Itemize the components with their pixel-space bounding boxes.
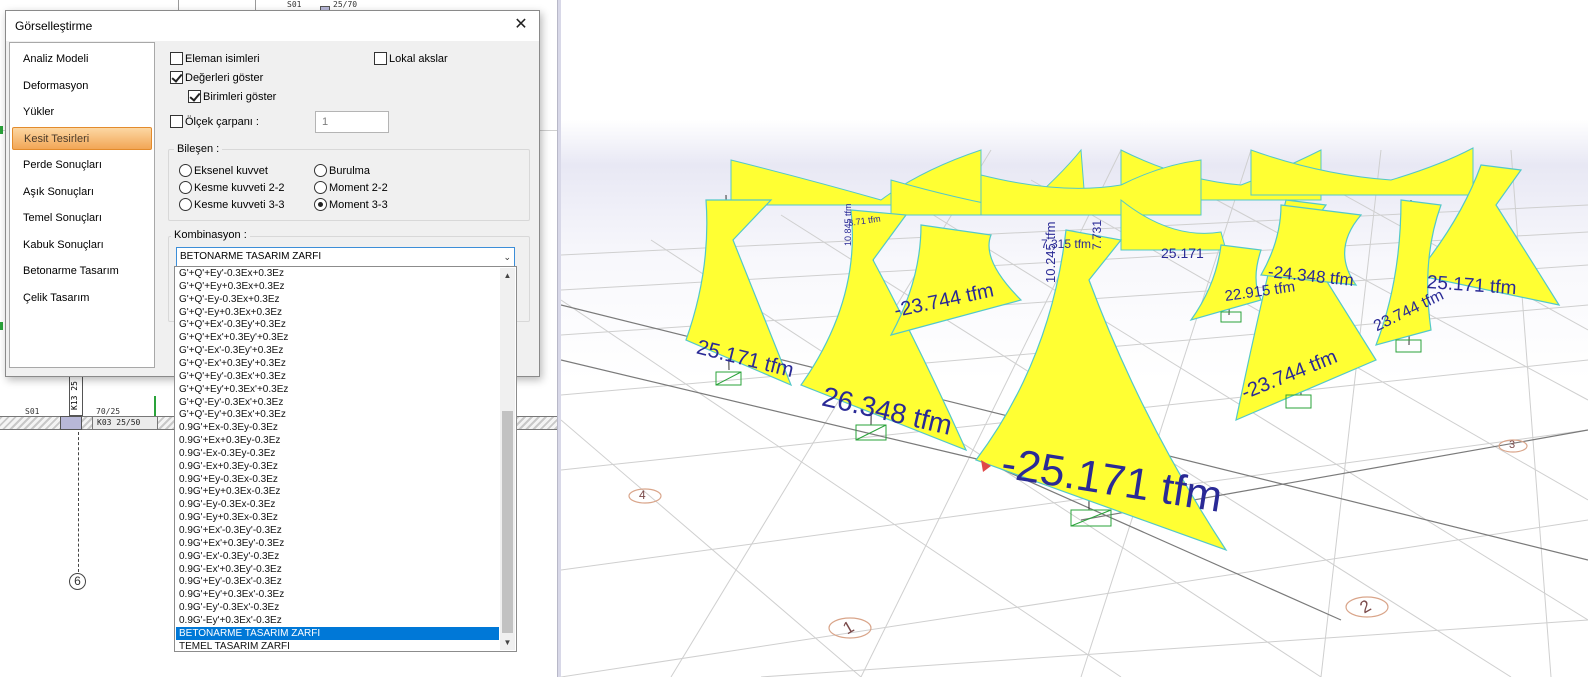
radio-shear-3-3[interactable] [179,198,192,211]
dropdown-option[interactable]: BETONARME TASARIM ZARFI [176,626,499,640]
scrollbar-thumb[interactable] [502,411,513,633]
moment-label: 25.171 [1161,245,1204,261]
dropdown-option[interactable]: 0.9G'-Ey'+0.3Ex'-0.3Ez [176,614,499,627]
dropdown-option[interactable]: G'+Q'+Ey+0.3Ex+0.3Ez [176,280,499,293]
dropdown-option[interactable]: G'+Q'+Ey'-0.3Ex+0.3Ez [176,267,499,280]
plan-label-s01: S01 [25,407,40,416]
dropdown-option[interactable]: G'+Q'+Ey'+0.3Ex'+0.3Ez [176,383,499,396]
dropdown-option[interactable]: 0.9G'-Ex'-0.3Ey'-0.3Ez [176,550,499,563]
dropdown-option[interactable]: TEMEL TASARIM ZARFI [176,640,499,653]
radio-moment-2-2[interactable] [314,181,327,194]
support-marker [0,126,3,134]
combination-select-value: BETONARME TASARIM ZARFI [180,251,322,262]
local-axes-checkbox[interactable] [374,52,387,65]
radio-torsion[interactable] [314,164,327,177]
dropdown-option[interactable]: 0.9G'+Ex'+0.3Ey'-0.3Ez [176,537,499,550]
dropdown-option[interactable]: G'+Q'-Ey-0.3Ex+0.3Ez [176,293,499,306]
beam-label[interactable]: K03 25/50 [92,416,158,430]
dropdown-option[interactable]: G'+Q'-Ey'+0.3Ex'+0.3Ez [176,408,499,421]
axis-label-3: 3 [1509,439,1516,451]
dropdown-option[interactable]: G'+Q'-Ex'-0.3Ey'+0.3Ez [176,344,499,357]
dropdown-option[interactable]: 0.9G'+Ey'+0.3Ex'-0.3Ez [176,588,499,601]
radio-shear-2-2-label: Kesme kuvveti 2-2 [194,182,285,194]
column-section[interactable] [60,416,82,430]
dropdown-scrollbar[interactable]: ▲ ▼ [500,268,515,650]
radio-axial-force-label: Eksenel kuvvet [194,165,268,177]
nav-item-temel-sonuclari[interactable]: Temel Sonuçları [12,207,152,230]
dropdown-option[interactable]: 0.9G'+Ex'-0.3Ey'-0.3Ez [176,524,499,537]
combination-select[interactable]: BETONARME TASARIM ZARFI ⌄ [176,247,515,267]
axis-label-4: 4 [639,488,646,502]
dropdown-option[interactable]: G'+Q'-Ey+0.3Ex+0.3Ez [176,306,499,319]
dropdown-option[interactable]: 0.9G'+Ex-0.3Ey-0.3Ez [176,421,499,434]
combination-dropdown-list[interactable]: G'+Q'+Ey'-0.3Ex+0.3Ez G'+Q'+Ey+0.3Ex+0.3E… [174,266,517,652]
dropdown-option[interactable]: 0.9G'+Ey'-0.3Ex'-0.3Ez [176,575,499,588]
scroll-up-icon[interactable]: ▲ [500,268,515,283]
radio-shear-3-3-label: Kesme kuvveti 3-3 [194,199,285,211]
radio-moment-2-2-label: Moment 2-2 [329,182,388,194]
element-names-checkbox[interactable] [170,52,183,65]
show-values-label: Değerleri göster [185,72,264,84]
show-units-label: Birimleri göster [203,91,277,103]
dialog-titlebar[interactable]: Görselleştirme ✕ [6,11,539,41]
scale-factor-input[interactable]: 1 [315,111,389,133]
scale-factor-label: Ölçek çarpanı : [185,116,259,128]
combination-group-title: Kombinasyon : [171,229,250,241]
dropdown-option[interactable]: G'+Q'-Ey'-0.3Ex'+0.3Ez [176,396,499,409]
dropdown-option[interactable]: 0.9G'+Ey+0.3Ex-0.3Ez [176,485,499,498]
moment-label: 10.845 tfm [843,203,853,246]
dropdown-option[interactable]: G'+Q'+Ex'-0.3Ey'+0.3Ez [176,318,499,331]
nav-item-deformasyon[interactable]: Deformasyon [12,75,152,98]
plan-label-dim-top: 25/70 [333,0,358,9]
radio-shear-2-2[interactable] [179,181,192,194]
viewport-scene [561,147,1588,677]
dropdown-option[interactable]: G'+Q'-Ex'+0.3Ey'+0.3Ez [176,357,499,370]
dropdown-option[interactable]: 0.9G'+Ex+0.3Ey-0.3Ez [176,434,499,447]
nav-item-kabuk-sonuclari[interactable]: Kabuk Sonuçları [12,234,152,257]
dropdown-option[interactable]: 0.9G'-Ey'-0.3Ex'-0.3Ez [176,601,499,614]
scroll-down-icon[interactable]: ▼ [500,635,515,650]
column-k13[interactable]: K13 25 [69,376,83,416]
show-units-checkbox[interactable] [188,90,201,103]
dropdown-option[interactable]: 0.9G'-Ex-0.3Ey-0.3Ez [176,447,499,460]
support-marker [0,322,3,330]
element-names-label: Eleman isimleri [185,53,260,65]
radio-moment-3-3-label: Moment 3-3 [329,199,388,211]
axis-bubble-6: 6 [69,573,86,590]
show-values-checkbox[interactable] [170,71,183,84]
dropdown-option[interactable]: 0.9G'-Ex'+0.3Ey'-0.3Ez [176,563,499,576]
scale-factor-checkbox[interactable] [170,115,183,128]
dropdown-option[interactable]: G'+Q'+Ey'-0.3Ex'+0.3Ez [176,370,499,383]
radio-axial-force[interactable] [179,164,192,177]
nav-item-celik-tasarim[interactable]: Çelik Tasarım [12,287,152,310]
chevron-down-icon[interactable]: ⌄ [503,248,511,266]
nav-item-kesit-tesirleri[interactable]: Kesit Tesirleri [12,127,152,150]
close-icon[interactable]: ✕ [509,15,533,37]
plan-label-s01-top: S01 [287,0,302,9]
component-group-title: Bileşen : [174,143,223,155]
moment-label: 7.731 [1090,219,1104,250]
support-marker [154,396,156,416]
nav-item-analiz-modeli[interactable]: Analiz Modeli [12,48,152,71]
dropdown-option[interactable]: 0.9G'-Ex+0.3Ey-0.3Ez [176,460,499,473]
nav-item-perde-sonuclari[interactable]: Perde Sonuçları [12,154,152,177]
nav-item-yukler[interactable]: Yükler [12,101,152,124]
dialog-title: Görselleştirme [15,19,93,33]
nav-item-asik-sonuclari[interactable]: Aşık Sonuçları [12,181,152,204]
radio-moment-3-3[interactable] [314,198,327,211]
radio-torsion-label: Burulma [329,165,370,177]
local-axes-label: Lokal akslar [389,53,448,65]
dropdown-option[interactable]: G'+Q'+Ex'+0.3Ey'+0.3Ez [176,331,499,344]
nav-item-betonarme-tasarim[interactable]: Betonarme Tasarım [12,260,152,283]
category-list[interactable]: Analiz Modeli Deformasyon Yükler Kesit T… [9,42,155,368]
dropdown-option[interactable]: 0.9G'+Ey-0.3Ex-0.3Ez [176,473,499,486]
dropdown-option[interactable]: 0.9G'-Ey+0.3Ex-0.3Ez [176,511,499,524]
column-label: K13 25 [69,381,79,410]
dropdown-option[interactable]: 0.9G'-Ey-0.3Ex-0.3Ez [176,498,499,511]
moment-label: 10.245 tfm [1043,221,1058,283]
plan-label-dim: 70/25 [96,407,121,416]
3d-viewport[interactable]: -25.171 tfm 26.348 tfm 25.171 tfm -23.74… [561,0,1588,677]
axis-line-6 [78,432,79,572]
